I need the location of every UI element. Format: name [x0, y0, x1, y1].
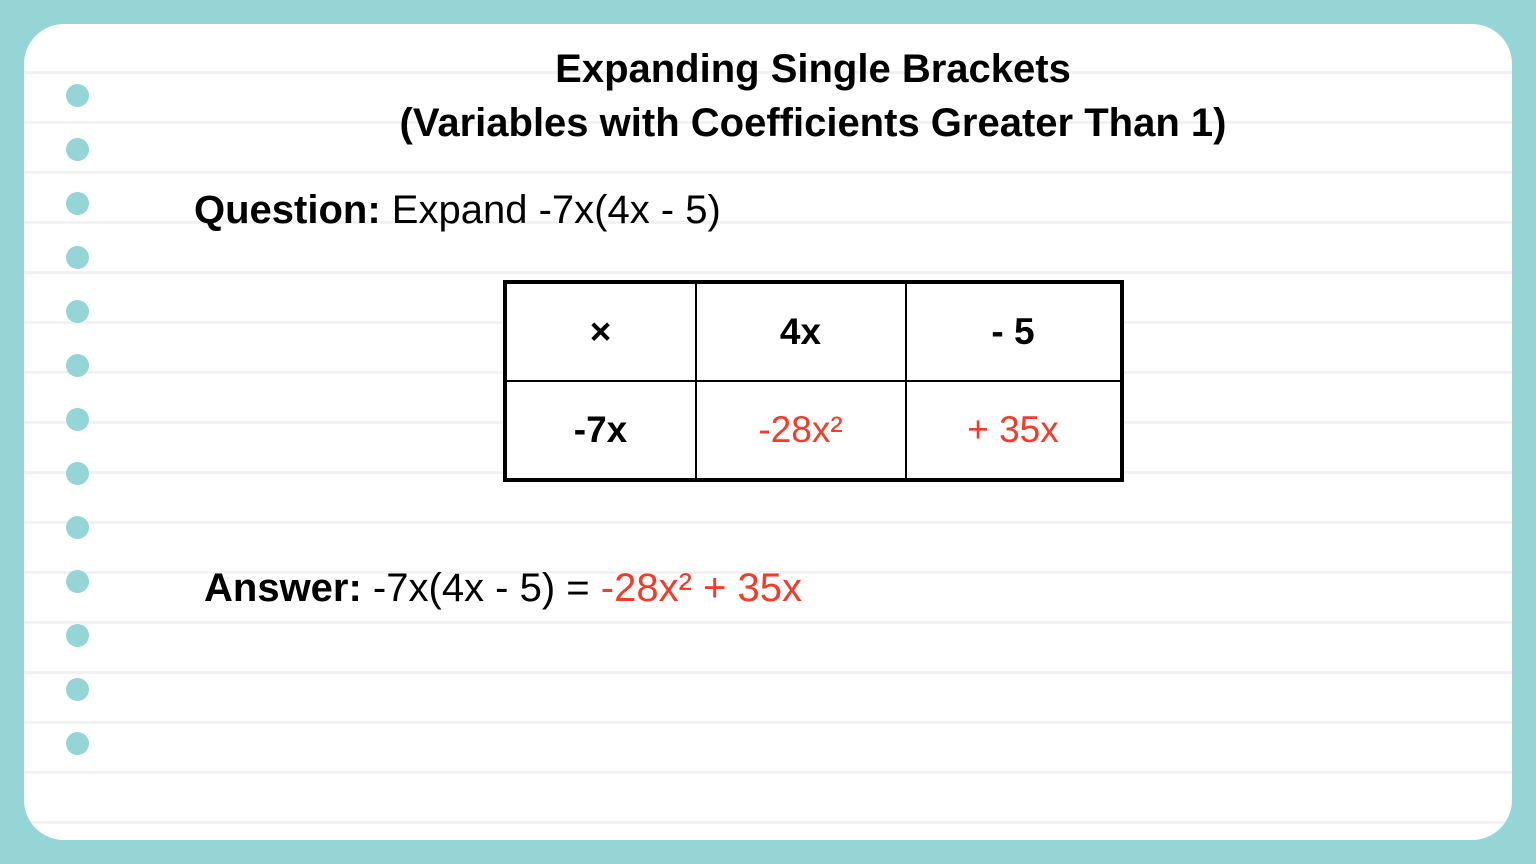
- grid-r0c0: ×: [506, 283, 696, 381]
- notebook-page: Expanding Single Brackets (Variables wit…: [24, 24, 1512, 840]
- title-line-1: Expanding Single Brackets: [194, 42, 1432, 96]
- grid-r1c2: + 35x: [906, 381, 1121, 479]
- grid-r0c1: 4x: [696, 283, 906, 381]
- answer-label: Answer:: [204, 566, 362, 610]
- grid-r1c0: -7x: [506, 381, 696, 479]
- grid-r0c2: - 5: [906, 283, 1121, 381]
- question-text: Expand -7x(4x - 5): [381, 188, 721, 232]
- answer-line: Answer: -7x(4x - 5) = -28x² + 35x: [204, 562, 1432, 614]
- binder-hole: [66, 678, 89, 701]
- content-area: Expanding Single Brackets (Variables wit…: [24, 24, 1512, 634]
- page-title: Expanding Single Brackets (Variables wit…: [194, 42, 1432, 150]
- multiplication-grid: × 4x - 5 -7x -28x² + 35x: [503, 280, 1124, 482]
- answer-lhs: -7x(4x - 5) =: [362, 566, 601, 610]
- question-label: Question:: [194, 188, 381, 232]
- answer-rhs: -28x² + 35x: [601, 566, 802, 610]
- question-line: Question: Expand -7x(4x - 5): [194, 184, 1432, 236]
- binder-hole: [66, 732, 89, 755]
- grid-r1c1: -28x²: [696, 381, 906, 479]
- title-line-2: (Variables with Coefficients Greater Tha…: [194, 96, 1432, 150]
